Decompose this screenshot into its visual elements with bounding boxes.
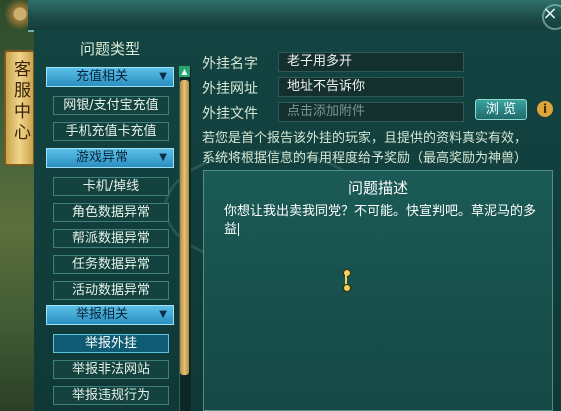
menu-group-game-abnormal[interactable]: 游戏异常 ▼ xyxy=(46,148,174,168)
reward-notice-line-2: 系统将根据信息的有用程度给予奖励（最高奖励为神兽） xyxy=(202,151,528,166)
info-icon[interactable]: i xyxy=(537,101,553,117)
cheat-url-label: 外挂网址 xyxy=(202,81,258,97)
menu-item-event-data[interactable]: 活动数据异常 xyxy=(53,281,169,300)
chevron-down-icon: ▼ xyxy=(159,309,167,320)
description-text: 你想让我出卖我同党？不可能。快宣判吧。草泥马的多益 xyxy=(224,203,538,239)
menu-item-report-illegal-site[interactable]: 举报非法网站 xyxy=(53,360,169,379)
menu-item-phone-card[interactable]: 手机充值卡充值 xyxy=(53,122,169,141)
menu-item-character-data[interactable]: 角色数据异常 xyxy=(53,203,169,222)
scrollbar-thumb[interactable] xyxy=(180,80,189,375)
text-cursor xyxy=(238,223,240,236)
menu-item-report-violation[interactable]: 举报违规行为 xyxy=(53,386,169,405)
menu-group-label: 充值相关 xyxy=(75,69,128,84)
reward-notice-line-1: 若您是首个报告该外挂的玩家，且提供的资料真实有效， xyxy=(202,131,528,146)
browse-button[interactable]: 浏 览 xyxy=(475,99,527,120)
menu-group-recharge[interactable]: 充值相关 ▼ xyxy=(46,67,174,87)
menu-item-guild-data[interactable]: 帮派数据异常 xyxy=(53,229,169,248)
menu-title: 问题类型 xyxy=(79,40,140,58)
cheat-file-label: 外挂文件 xyxy=(202,106,258,122)
description-textarea[interactable]: 问题描述 你想让我出卖我同党？不可能。快宣判吧。草泥马的多益 xyxy=(203,170,553,411)
ibeam-bottom xyxy=(343,284,351,292)
side-tab-customer-service[interactable]: 客服中心 xyxy=(4,50,35,166)
description-title: 问题描述 xyxy=(347,179,408,197)
cheat-name-label: 外挂名字 xyxy=(202,56,258,72)
cheat-name-field[interactable]: 老子用多开 xyxy=(278,52,464,72)
scroll-up-arrow-icon[interactable]: ▲ xyxy=(179,66,190,77)
text-cursor-ibeam-icon xyxy=(341,269,351,292)
cheat-file-field[interactable]: 点击添加附件 xyxy=(278,102,464,122)
menu-group-report[interactable]: 举报相关 ▼ xyxy=(46,305,174,325)
chevron-down-icon: ▼ xyxy=(159,71,167,82)
side-tab-label: 客服中心 xyxy=(10,60,30,144)
menu-item-bank-alipay[interactable]: 网银/支付宝充值 xyxy=(53,96,169,115)
menu-group-label: 游戏异常 xyxy=(75,150,128,165)
customer-service-window: × 客服中心 问题类型 充值相关 ▼ 网银/支付宝充值 手机充值卡充值 游戏异常… xyxy=(0,0,561,411)
description-body: 你想让我出卖我同党？不可能。快宣判吧。草泥马的多益 xyxy=(224,204,537,237)
menu-item-quest-data[interactable]: 任务数据异常 xyxy=(53,255,169,274)
window-title-bar xyxy=(28,0,561,32)
close-icon[interactable]: × xyxy=(539,3,561,25)
menu-item-report-cheat[interactable]: 举报外挂 xyxy=(53,334,169,353)
menu-item-freeze-disconnect[interactable]: 卡机/掉线 xyxy=(53,177,169,196)
cheat-url-field[interactable]: 地址不告诉你 xyxy=(278,77,464,97)
chevron-down-icon: ▼ xyxy=(159,152,167,163)
menu-group-label: 举报相关 xyxy=(75,307,128,322)
